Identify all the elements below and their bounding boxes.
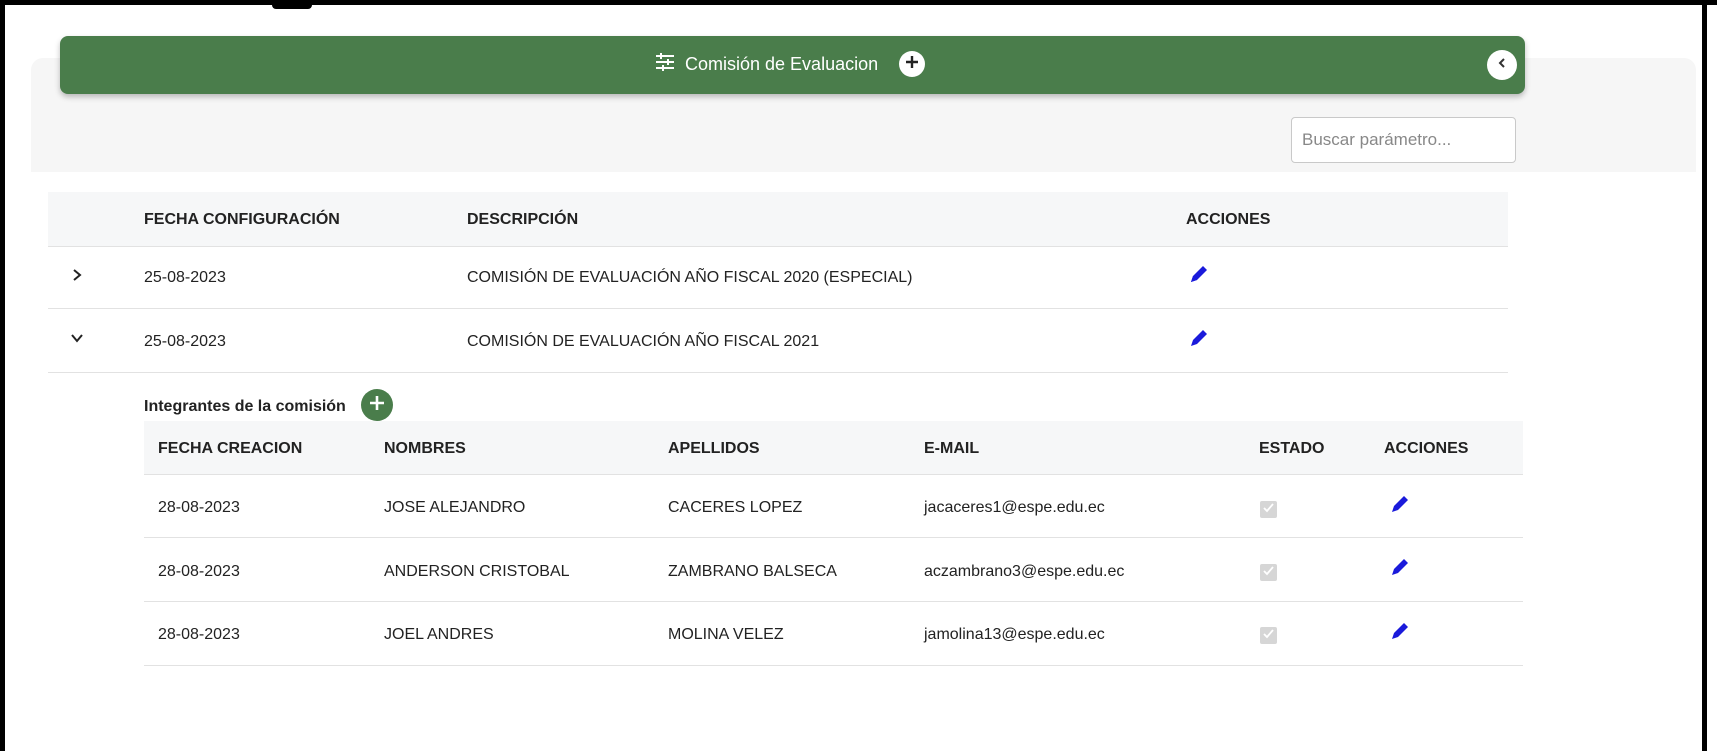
back-button[interactable] <box>1487 50 1517 80</box>
row-divider <box>48 308 1508 309</box>
plus-icon <box>905 55 919 74</box>
member-apellidos: ZAMBRANO BALSECA <box>668 563 837 580</box>
estado-checkbox[interactable] <box>1260 501 1277 518</box>
col-apellidos: APELLIDOS <box>668 440 760 457</box>
member-fecha: 28-08-2023 <box>158 563 240 580</box>
chevron-down-icon <box>70 332 84 349</box>
estado-checkbox[interactable] <box>1260 627 1277 644</box>
row-divider <box>48 372 1508 373</box>
expand-row-button[interactable] <box>70 268 84 287</box>
pencil-icon <box>1389 496 1411 519</box>
row-divider <box>144 537 1523 538</box>
check-icon <box>1262 627 1275 645</box>
plus-icon <box>369 395 385 416</box>
row-descripcion: COMISIÓN DE EVALUACIÓN AÑO FISCAL 2020 (… <box>467 269 913 286</box>
tune-icon <box>655 52 685 76</box>
member-email: jacaceres1@espe.edu.ec <box>924 499 1105 516</box>
member-email: aczambrano3@espe.edu.ec <box>924 563 1125 580</box>
check-icon <box>1262 564 1275 582</box>
col-descripcion: DESCRIPCIÓN <box>467 211 579 228</box>
collapse-row-button[interactable] <box>70 331 84 350</box>
add-commission-button[interactable] <box>899 51 925 77</box>
member-nombres: JOEL ANDRES <box>384 626 494 643</box>
pencil-icon <box>1389 559 1411 582</box>
check-icon <box>1262 501 1275 519</box>
header-title-text: Comisión de Evaluacion <box>685 53 879 74</box>
col-fecha-creacion: FECHA CREACION <box>158 440 303 457</box>
edit-button[interactable] <box>1188 263 1210 290</box>
members-title: Integrantes de la comisión <box>144 398 346 415</box>
search-input[interactable] <box>1291 117 1516 163</box>
edit-member-button[interactable] <box>1389 620 1411 647</box>
col-estado: ESTADO <box>1259 440 1325 457</box>
edit-member-button[interactable] <box>1389 493 1411 520</box>
edit-member-button[interactable] <box>1389 556 1411 583</box>
member-nombres: JOSE ALEJANDRO <box>384 499 526 516</box>
row-descripcion: COMISIÓN DE EVALUACIÓN AÑO FISCAL 2021 <box>467 333 820 350</box>
header-title: Comisión de Evaluacion <box>655 52 879 76</box>
col-acciones: ACCIONES <box>1384 440 1469 457</box>
add-member-button[interactable] <box>361 389 393 421</box>
col-acciones: ACCIONES <box>1186 211 1271 228</box>
chevron-left-icon <box>1496 56 1508 74</box>
row-divider <box>144 665 1523 666</box>
pencil-icon <box>1389 623 1411 646</box>
pencil-icon <box>1188 330 1210 353</box>
row-fecha: 25-08-2023 <box>144 333 226 350</box>
chevron-right-icon <box>70 269 84 286</box>
member-email: jamolina13@espe.edu.ec <box>924 626 1105 643</box>
col-fecha-configuracion: FECHA CONFIGURACIÓN <box>144 211 340 228</box>
member-fecha: 28-08-2023 <box>158 626 240 643</box>
estado-checkbox[interactable] <box>1260 564 1277 581</box>
pencil-icon <box>1188 266 1210 289</box>
edit-button[interactable] <box>1188 327 1210 354</box>
row-fecha: 25-08-2023 <box>144 269 226 286</box>
member-apellidos: MOLINA VELEZ <box>668 626 784 643</box>
row-divider <box>144 601 1523 602</box>
col-email: E-MAIL <box>924 440 980 457</box>
col-nombres: NOMBRES <box>384 440 466 457</box>
member-nombres: ANDERSON CRISTOBAL <box>384 563 570 580</box>
member-apellidos: CACERES LOPEZ <box>668 499 803 516</box>
member-fecha: 28-08-2023 <box>158 499 240 516</box>
